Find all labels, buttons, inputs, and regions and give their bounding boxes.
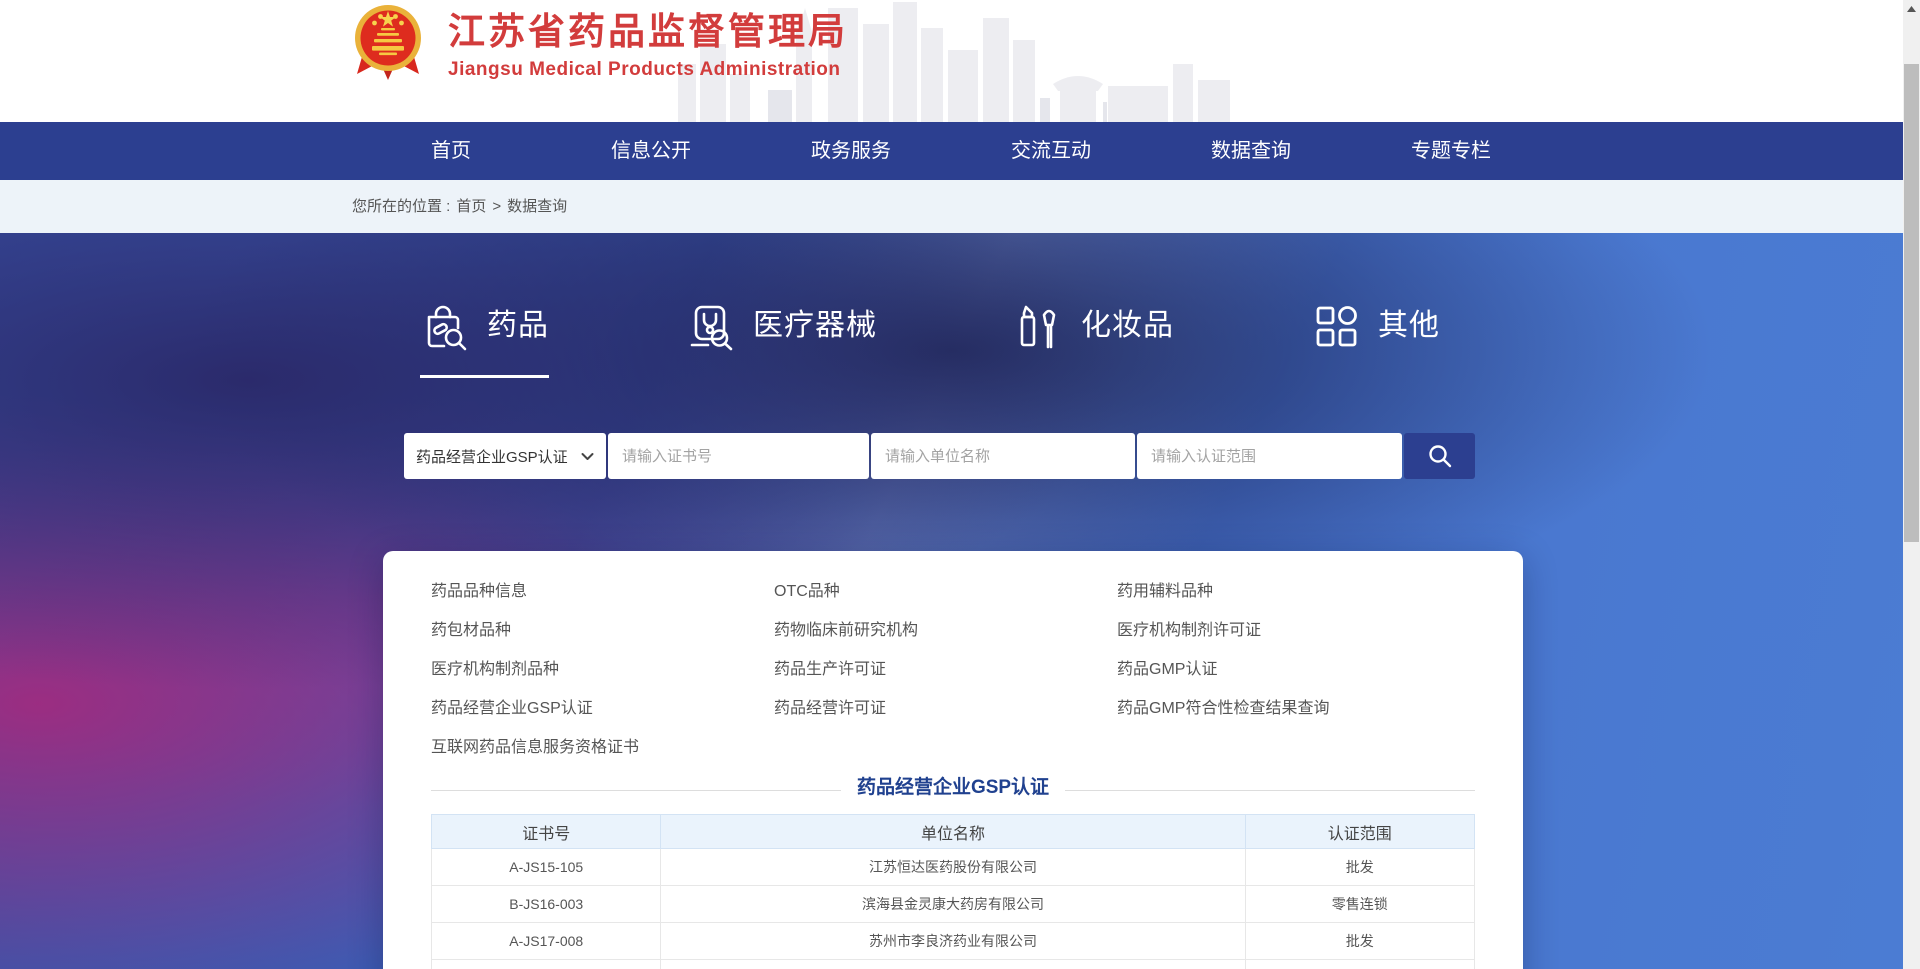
link-drug-production-license[interactable]: 药品生产许可证: [774, 647, 1117, 686]
tab-medical-devices-label: 医疗器械: [753, 301, 877, 351]
page: 江苏省药品监督管理局 Jiangsu Medical Products Admi…: [0, 0, 1920, 969]
gsp-results-table: 证书号 单位名称 认证范围 A-JS15-105 江苏恒达医药股份有限公司 批发…: [431, 814, 1475, 969]
cell-certification-scope: 批发: [1245, 923, 1474, 960]
chevron-down-icon: [581, 452, 594, 461]
tab-other[interactable]: 其他: [1311, 301, 1440, 378]
category-select[interactable]: 药品经营企业GSP认证: [404, 433, 606, 479]
link-packaging-variety[interactable]: 药包材品种: [431, 608, 774, 647]
cell-certificate-no: A-JS17-008: [432, 923, 661, 960]
drug-search-icon: [420, 301, 470, 351]
tab-cosmetics-label: 化妆品: [1081, 301, 1174, 351]
cell-certificate-no: B-JS16-003: [432, 886, 661, 923]
table-row: [432, 960, 1475, 969]
link-gmp-compliance-check-results[interactable]: 药品GMP符合性检查结果查询: [1117, 686, 1475, 725]
certification-scope-input[interactable]: [1137, 433, 1402, 479]
breadcrumb: 您所在的位置 : 首页 > 数据查询: [352, 180, 573, 233]
category-tabs: 药品 医疗器械: [420, 301, 1440, 378]
section-title: 药品经营企业GSP认证: [841, 774, 1065, 802]
medical-device-search-icon: [686, 301, 736, 351]
cell-company-name: 苏州市李良济药业有限公司: [661, 923, 1245, 960]
cell-company-name: [661, 960, 1245, 969]
hero-section: 药品 医疗器械: [0, 233, 1903, 969]
site-title-en: Jiangsu Medical Products Administration: [448, 58, 848, 82]
cell-company-name: 江苏恒达医药股份有限公司: [661, 849, 1245, 886]
cell-certification-scope: [1245, 960, 1474, 969]
table-row: A-JS17-008 苏州市李良济药业有限公司 批发: [432, 923, 1475, 960]
link-drug-variety-info[interactable]: 药品品种信息: [431, 569, 774, 608]
grid-other-icon: [1311, 301, 1361, 351]
scrollbar-thumb[interactable]: [1904, 64, 1919, 542]
tab-cosmetics[interactable]: 化妆品: [1014, 301, 1174, 378]
link-medical-institution-preparation-license[interactable]: 医疗机构制剂许可证: [1117, 608, 1475, 647]
link-medical-institution-preparation-variety[interactable]: 医疗机构制剂品种: [431, 647, 774, 686]
cell-certificate-no: A-JS15-105: [432, 849, 661, 886]
tab-drugs[interactable]: 药品: [420, 301, 549, 378]
scrollbar-up-arrow-icon[interactable]: [1903, 0, 1920, 17]
category-select-value: 药品经营企业GSP认证: [416, 446, 581, 467]
certificate-number-input[interactable]: [608, 433, 869, 479]
quick-links: 药品品种信息 OTC品种 药用辅料品种 药包材品种 药物临床前研究机构 医疗机构…: [431, 569, 1475, 764]
link-excipient-variety[interactable]: 药用辅料品种: [1117, 569, 1475, 608]
table-row: A-JS15-105 江苏恒达医药股份有限公司 批发: [432, 849, 1475, 886]
search-icon: [1427, 443, 1453, 469]
section-header: 药品经营企业GSP认证: [431, 774, 1475, 802]
nav-item-info-disclosure[interactable]: 信息公开: [551, 122, 751, 180]
site-header: 江苏省药品监督管理局 Jiangsu Medical Products Admi…: [0, 0, 1903, 122]
link-internet-drug-info-service-cert[interactable]: 互联网药品信息服务资格证书: [431, 725, 774, 764]
query-card: 药品品种信息 OTC品种 药用辅料品种 药包材品种 药物临床前研究机构 医疗机构…: [383, 551, 1523, 969]
tab-other-label: 其他: [1378, 301, 1440, 351]
cell-company-name: 滨海县金灵康大药房有限公司: [661, 886, 1245, 923]
tab-drugs-label: 药品: [487, 301, 549, 351]
brand-text: 江苏省药品监督管理局 Jiangsu Medical Products Admi…: [448, 2, 848, 82]
nav-item-gov-services[interactable]: 政务服务: [751, 122, 951, 180]
col-header-certification-scope: 认证范围: [1245, 815, 1474, 849]
company-name-input[interactable]: [871, 433, 1135, 479]
brand: 江苏省药品监督管理局 Jiangsu Medical Products Admi…: [352, 2, 848, 82]
link-otc-variety[interactable]: OTC品种: [774, 569, 1117, 608]
breadcrumb-separator: >: [492, 198, 501, 215]
cosmetics-icon: [1014, 301, 1064, 351]
link-drug-business-license[interactable]: 药品经营许可证: [774, 686, 1117, 725]
link-preclinical-research-org[interactable]: 药物临床前研究机构: [774, 608, 1117, 647]
breadcrumb-home-link[interactable]: 首页: [456, 198, 486, 215]
page-scrollbar[interactable]: [1903, 0, 1920, 969]
site-title-cn: 江苏省药品监督管理局: [448, 10, 848, 54]
col-header-certificate-no: 证书号: [432, 815, 661, 849]
nav-item-home[interactable]: 首页: [351, 122, 551, 180]
nav-item-data-query[interactable]: 数据查询: [1151, 122, 1351, 180]
table-header-row: 证书号 单位名称 认证范围: [432, 815, 1475, 849]
national-emblem-logo: [352, 2, 424, 82]
search-button[interactable]: [1404, 433, 1475, 479]
cell-certificate-no: [432, 960, 661, 969]
breadcrumb-bar: 您所在的位置 : 首页 > 数据查询: [0, 180, 1903, 233]
nav-item-interaction[interactable]: 交流互动: [951, 122, 1151, 180]
breadcrumb-current: 数据查询: [507, 198, 567, 215]
nav-item-special-topics[interactable]: 专题专栏: [1351, 122, 1551, 180]
col-header-company-name: 单位名称: [661, 815, 1245, 849]
link-gmp-certification[interactable]: 药品GMP认证: [1117, 647, 1475, 686]
link-gsp-certification[interactable]: 药品经营企业GSP认证: [431, 686, 774, 725]
main-nav: 首页 信息公开 政务服务 交流互动 数据查询 专题专栏: [0, 122, 1903, 180]
table-row: B-JS16-003 滨海县金灵康大药房有限公司 零售连锁: [432, 886, 1475, 923]
tab-medical-devices[interactable]: 医疗器械: [686, 301, 877, 378]
search-bar: 药品经营企业GSP认证: [404, 433, 1475, 479]
cell-certification-scope: 批发: [1245, 849, 1474, 886]
breadcrumb-prefix: 您所在的位置 :: [352, 198, 450, 215]
cell-certification-scope: 零售连锁: [1245, 886, 1474, 923]
